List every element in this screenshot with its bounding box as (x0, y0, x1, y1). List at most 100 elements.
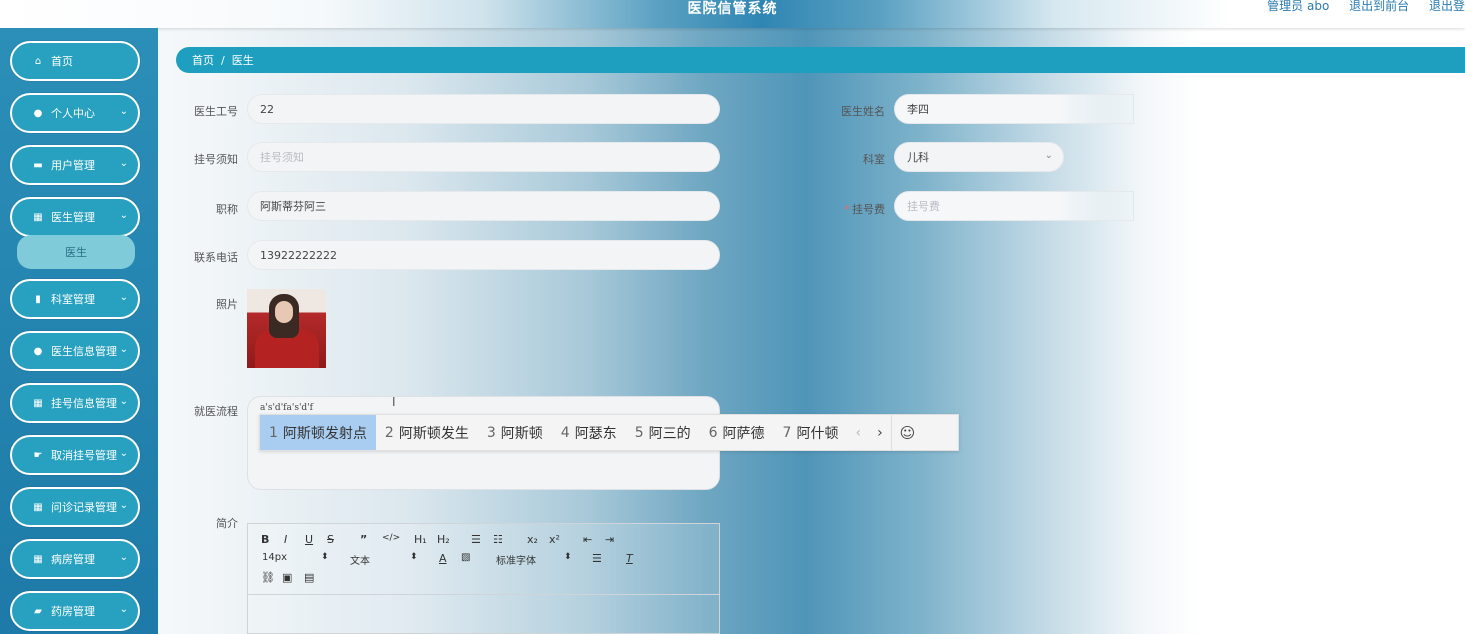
admin-user-link[interactable]: 管理员 abo (1267, 0, 1329, 13)
phone-label: 联系电话 (194, 251, 238, 264)
bold-icon[interactable]: B (261, 533, 269, 546)
sidebar-item-label: 问诊记录管理 (51, 501, 117, 514)
sidebar-item-ward-management[interactable]: ▦ 病房管理 ⌄ (10, 539, 140, 579)
quote-icon[interactable]: ” (360, 533, 367, 546)
ordered-list-icon[interactable]: ☰ (471, 533, 481, 546)
sidebar-item-doctor-management[interactable]: ▦ 医生管理 ⌄ (10, 197, 140, 237)
doctor-photo[interactable] (247, 289, 326, 368)
clear-format-icon[interactable]: T (626, 552, 633, 565)
sidebar-item-label: 医生信息管理 (51, 345, 117, 358)
ime-candidate[interactable]: 6 阿萨德 (700, 415, 774, 450)
chevron-down-icon: ⌄ (119, 604, 128, 615)
font-family-select[interactable]: 标准字体 (496, 552, 536, 567)
code-icon[interactable]: </> (382, 533, 400, 543)
chevron-left-icon[interactable]: ‹ (847, 425, 869, 441)
doctor-name-value: 李四 (907, 103, 929, 116)
sidebar-item-label: 取消挂号管理 (51, 449, 117, 462)
breadcrumb: 首页 / 医生 (176, 47, 1465, 73)
align-icon[interactable]: ☰ (592, 552, 602, 565)
intro-label: 简介 (216, 517, 238, 530)
process-label: 就医流程 (194, 405, 238, 418)
indent-left-icon[interactable]: ⇤ (583, 533, 592, 546)
back-to-front-link[interactable]: 退出到前台 (1349, 0, 1409, 13)
breadcrumb-home[interactable]: 首页 (192, 52, 214, 68)
photo-figure-face (275, 301, 293, 323)
ime-candidate[interactable]: 4 阿瑟东 (552, 415, 626, 450)
home-icon: ⌂ (34, 55, 42, 67)
updown-icon: ⬍ (564, 552, 572, 562)
heading2-icon[interactable]: H₂ (437, 533, 450, 546)
watermark: CSDN @CK3038 (1271, 592, 1461, 617)
breadcrumb-separator: / (221, 53, 225, 67)
sidebar-item-label: 首页 (51, 55, 73, 68)
intro-rich-editor[interactable]: B I U S ” </> H₁ H₂ ☰ ☷ x₂ x² ⇤ ⇥ 14px ⬍… (247, 523, 720, 634)
sidebar-item-consultation-records[interactable]: ▦ 问诊记录管理 ⌄ (10, 487, 140, 527)
doctor-name-label: 医生姓名 (841, 105, 885, 118)
notice-label: 挂号须知 (194, 153, 238, 166)
sidebar-item-label: 个人中心 (51, 107, 95, 120)
chevron-right-icon[interactable]: › (869, 425, 891, 441)
person-icon: ● (33, 345, 43, 357)
title-label: 职称 (216, 203, 238, 216)
fee-placeholder: 挂号费 (907, 200, 940, 213)
app-title: 医院信管系统 (687, 1, 778, 17)
breadcrumb-current: 医生 (231, 54, 254, 67)
process-value: a's'd'fa's'd'f (260, 403, 313, 413)
fee-input[interactable]: 挂号费 (894, 191, 1134, 221)
heading1-icon[interactable]: H₁ (414, 533, 427, 546)
grid-icon: ▦ (33, 553, 43, 565)
grid-icon: ▦ (33, 211, 43, 223)
sidebar-item-doctor-info-management[interactable]: ● 医生信息管理 ⌄ (10, 331, 140, 371)
superscript-icon[interactable]: x² (549, 533, 560, 546)
sidebar-item-label: 病房管理 (51, 553, 95, 566)
ime-candidate[interactable]: 5 阿三的 (626, 415, 700, 450)
sidebar-item-home[interactable]: ⌂ 首页 (10, 41, 140, 81)
strike-icon[interactable]: S (327, 533, 334, 546)
video-icon[interactable]: ▤ (304, 571, 314, 584)
sidebar-item-department-management[interactable]: ▮ 科室管理 ⌄ (10, 279, 140, 319)
link-icon[interactable]: ⛓ (261, 571, 275, 584)
sidebar: ⌂ 首页 ● 个人中心 ⌄ ▬ 用户管理 ⌄ ▦ 医生管理 ⌄ 医生 ▮ 科室管… (0, 28, 158, 634)
notice-input[interactable]: 挂号须知 (247, 142, 720, 172)
ime-candidate[interactable]: 1 阿斯顿发射点 (260, 415, 376, 450)
subscript-icon[interactable]: x₂ (527, 533, 538, 546)
sidebar-item-registration-management[interactable]: ▦ 挂号信息管理 ⌄ (10, 383, 140, 423)
title-input[interactable]: 阿斯蒂芬阿三 (247, 191, 720, 221)
top-header: 医院信管系统 管理员 abo 退出到前台 退出登 (0, 0, 1465, 28)
required-mark: * (844, 203, 851, 216)
sidebar-item-label: 挂号信息管理 (51, 397, 117, 410)
phone-input[interactable]: 13922222222 (247, 240, 720, 270)
chevron-down-icon: ⌄ (1044, 150, 1053, 161)
text-style-select[interactable]: 文本 (350, 552, 370, 567)
ime-candidate[interactable]: 3 阿斯顿 (478, 415, 552, 450)
sidebar-item-label: 用户管理 (51, 159, 95, 172)
sidebar-item-pharmacy-management[interactable]: ▰ 药房管理 ⌄ (10, 591, 140, 631)
image-icon[interactable]: ▣ (282, 571, 292, 584)
doctor-name-input[interactable]: 李四 (894, 94, 1134, 124)
underline-icon[interactable]: U (305, 533, 313, 546)
sidebar-item-user-management[interactable]: ▬ 用户管理 ⌄ (10, 145, 140, 185)
font-color-icon[interactable]: A (439, 552, 447, 565)
italic-icon[interactable]: I (284, 533, 287, 546)
emoji-icon[interactable]: ☺ (890, 415, 924, 450)
sidebar-item-personal-center[interactable]: ● 个人中心 ⌄ (10, 93, 140, 133)
doc-icon: ▮ (35, 293, 41, 305)
doctor-id-input[interactable]: 22 (247, 94, 720, 124)
font-size-select[interactable]: 14px (262, 552, 287, 563)
updown-icon: ⬍ (321, 552, 329, 562)
ime-candidate-bar: 1 阿斯顿发射点 2 阿斯顿发生 3 阿斯顿 4 阿瑟东 5 阿三的 6 阿萨德 7 阿什顿 … (259, 414, 959, 451)
background-color-icon[interactable]: ▧ (461, 552, 470, 563)
indent-right-icon[interactable]: ⇥ (605, 533, 614, 546)
department-value: 儿科 (907, 151, 929, 164)
chevron-down-icon: ⌄ (119, 210, 128, 221)
sidebar-item-cancel-registration[interactable]: ☛ 取消挂号管理 ⌄ (10, 435, 140, 475)
doctor-id-label: 医生工号 (194, 105, 238, 118)
sidebar-subitem-doctor[interactable]: 医生 (17, 235, 135, 269)
chevron-down-icon: ⌄ (119, 292, 128, 303)
ime-candidate[interactable]: 2 阿斯顿发生 (376, 415, 478, 450)
phone-value: 13922222222 (260, 248, 337, 262)
ime-candidate[interactable]: 7 阿什顿 (774, 415, 848, 450)
bullet-list-icon[interactable]: ☷ (493, 533, 503, 546)
department-select[interactable]: 儿科 ⌄ (894, 142, 1064, 172)
logout-link[interactable]: 退出登 (1429, 0, 1465, 13)
